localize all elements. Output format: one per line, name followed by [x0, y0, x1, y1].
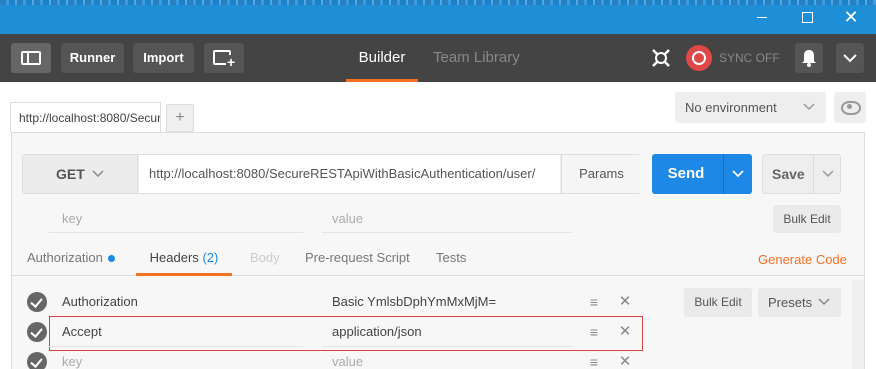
header-key-input[interactable]: Authorization: [49, 287, 303, 317]
header-enabled-checkbox[interactable]: [27, 322, 47, 342]
plus-icon: +: [226, 54, 237, 70]
sidebar-icon: [21, 51, 41, 65]
new-window-button[interactable]: +: [204, 43, 244, 73]
params-button[interactable]: Params: [561, 155, 641, 193]
method-label: GET: [56, 166, 85, 182]
chevron-down-icon: [822, 170, 834, 178]
bell-icon: [802, 50, 816, 67]
tab-authorization-label: Authorization: [27, 250, 103, 265]
save-button[interactable]: Save: [762, 154, 841, 194]
tab-tests[interactable]: Tests: [436, 242, 466, 276]
url-input[interactable]: http://localhost:8080/SecureRESTApiWithB…: [139, 155, 560, 193]
maximize-button[interactable]: [797, 8, 817, 26]
window-close-button[interactable]: ✕: [841, 8, 861, 26]
notifications-button[interactable]: [795, 43, 823, 73]
presets-dropdown[interactable]: Presets: [758, 288, 841, 317]
header-enabled-checkbox[interactable]: [27, 292, 47, 312]
drag-handle-icon[interactable]: ≡: [580, 347, 608, 369]
send-label: Send: [667, 165, 705, 182]
presets-label: Presets: [768, 295, 813, 310]
environment-select[interactable]: No environment: [675, 92, 826, 123]
header-enabled-checkbox[interactable]: [27, 352, 47, 369]
sync-icon[interactable]: [686, 45, 712, 71]
chevron-down-icon: [802, 92, 816, 134]
generate-code-link[interactable]: Generate Code: [758, 252, 847, 267]
send-button[interactable]: Send: [652, 154, 752, 194]
tab-builder[interactable]: Builder: [346, 34, 418, 82]
add-tab-button[interactable]: +: [166, 104, 194, 132]
chevron-down-icon: [843, 54, 857, 63]
header-key-input[interactable]: Accept: [49, 317, 303, 347]
minimize-button[interactable]: [752, 8, 772, 26]
header-key-input[interactable]: key: [49, 347, 303, 369]
save-label: Save: [772, 166, 805, 182]
header-value-input[interactable]: Basic YmlsbDphYmMxMjM=: [322, 287, 572, 317]
environment-label: No environment: [685, 100, 777, 115]
import-button[interactable]: Import: [133, 43, 194, 73]
header-value-input[interactable]: value: [322, 347, 572, 369]
header-value-input[interactable]: application/json: [322, 317, 572, 347]
auth-active-dot: [107, 255, 115, 263]
tab-headers-label: Headers: [149, 250, 199, 265]
save-options-button[interactable]: [813, 155, 841, 193]
headers-count-badge: (2): [202, 250, 219, 265]
drag-handle-icon[interactable]: ≡: [580, 317, 608, 347]
environment-quick-look-button[interactable]: [834, 92, 866, 123]
tab-authorization[interactable]: Authorization: [27, 242, 115, 276]
tab-team-library[interactable]: Team Library: [433, 34, 520, 82]
url-param-key-input[interactable]: key: [49, 205, 303, 233]
delete-header-icon[interactable]: ✕: [611, 317, 639, 347]
delete-header-icon[interactable]: ✕: [611, 347, 639, 369]
titlebar-decoration: [0, 0, 876, 5]
delete-header-icon[interactable]: ✕: [611, 287, 639, 317]
app-header: Runner Import + Builder Team Library SYN…: [0, 34, 876, 82]
sync-status[interactable]: SYNC OFF: [719, 34, 780, 82]
drag-handle-icon[interactable]: ≡: [580, 287, 608, 317]
request-subtabs: Authorization Headers (2) Body Pre-reque…: [11, 242, 865, 276]
url-param-value-input[interactable]: value: [322, 205, 572, 233]
request-tabs-bar: http://localhost:8080/SecureRESTApiWithB…: [0, 82, 876, 133]
scrollbar[interactable]: [852, 280, 864, 369]
window-titlebar: ✕: [0, 0, 876, 34]
tab-body[interactable]: Body: [250, 242, 280, 276]
satellite-icon: [652, 49, 670, 67]
method-select[interactable]: GET: [23, 155, 138, 193]
params-bulk-edit-button[interactable]: Bulk Edit: [773, 205, 841, 233]
toggle-sidebar-button[interactable]: [11, 43, 51, 73]
runner-button[interactable]: Runner: [61, 43, 124, 73]
chevron-down-icon: [732, 170, 744, 178]
tab-prerequest-script[interactable]: Pre-request Script: [305, 242, 410, 276]
chevron-down-icon: [91, 155, 105, 207]
tab-headers[interactable]: Headers (2): [136, 242, 232, 276]
request-tab[interactable]: http://localhost:8080/SecureRESTApiWithB…: [10, 102, 161, 133]
send-options-button[interactable]: [723, 154, 752, 194]
headers-bulk-edit-button[interactable]: Bulk Edit: [684, 288, 752, 317]
more-menu-button[interactable]: [836, 43, 864, 73]
interceptor-button[interactable]: [647, 43, 675, 73]
chevron-down-icon: [817, 288, 831, 327]
